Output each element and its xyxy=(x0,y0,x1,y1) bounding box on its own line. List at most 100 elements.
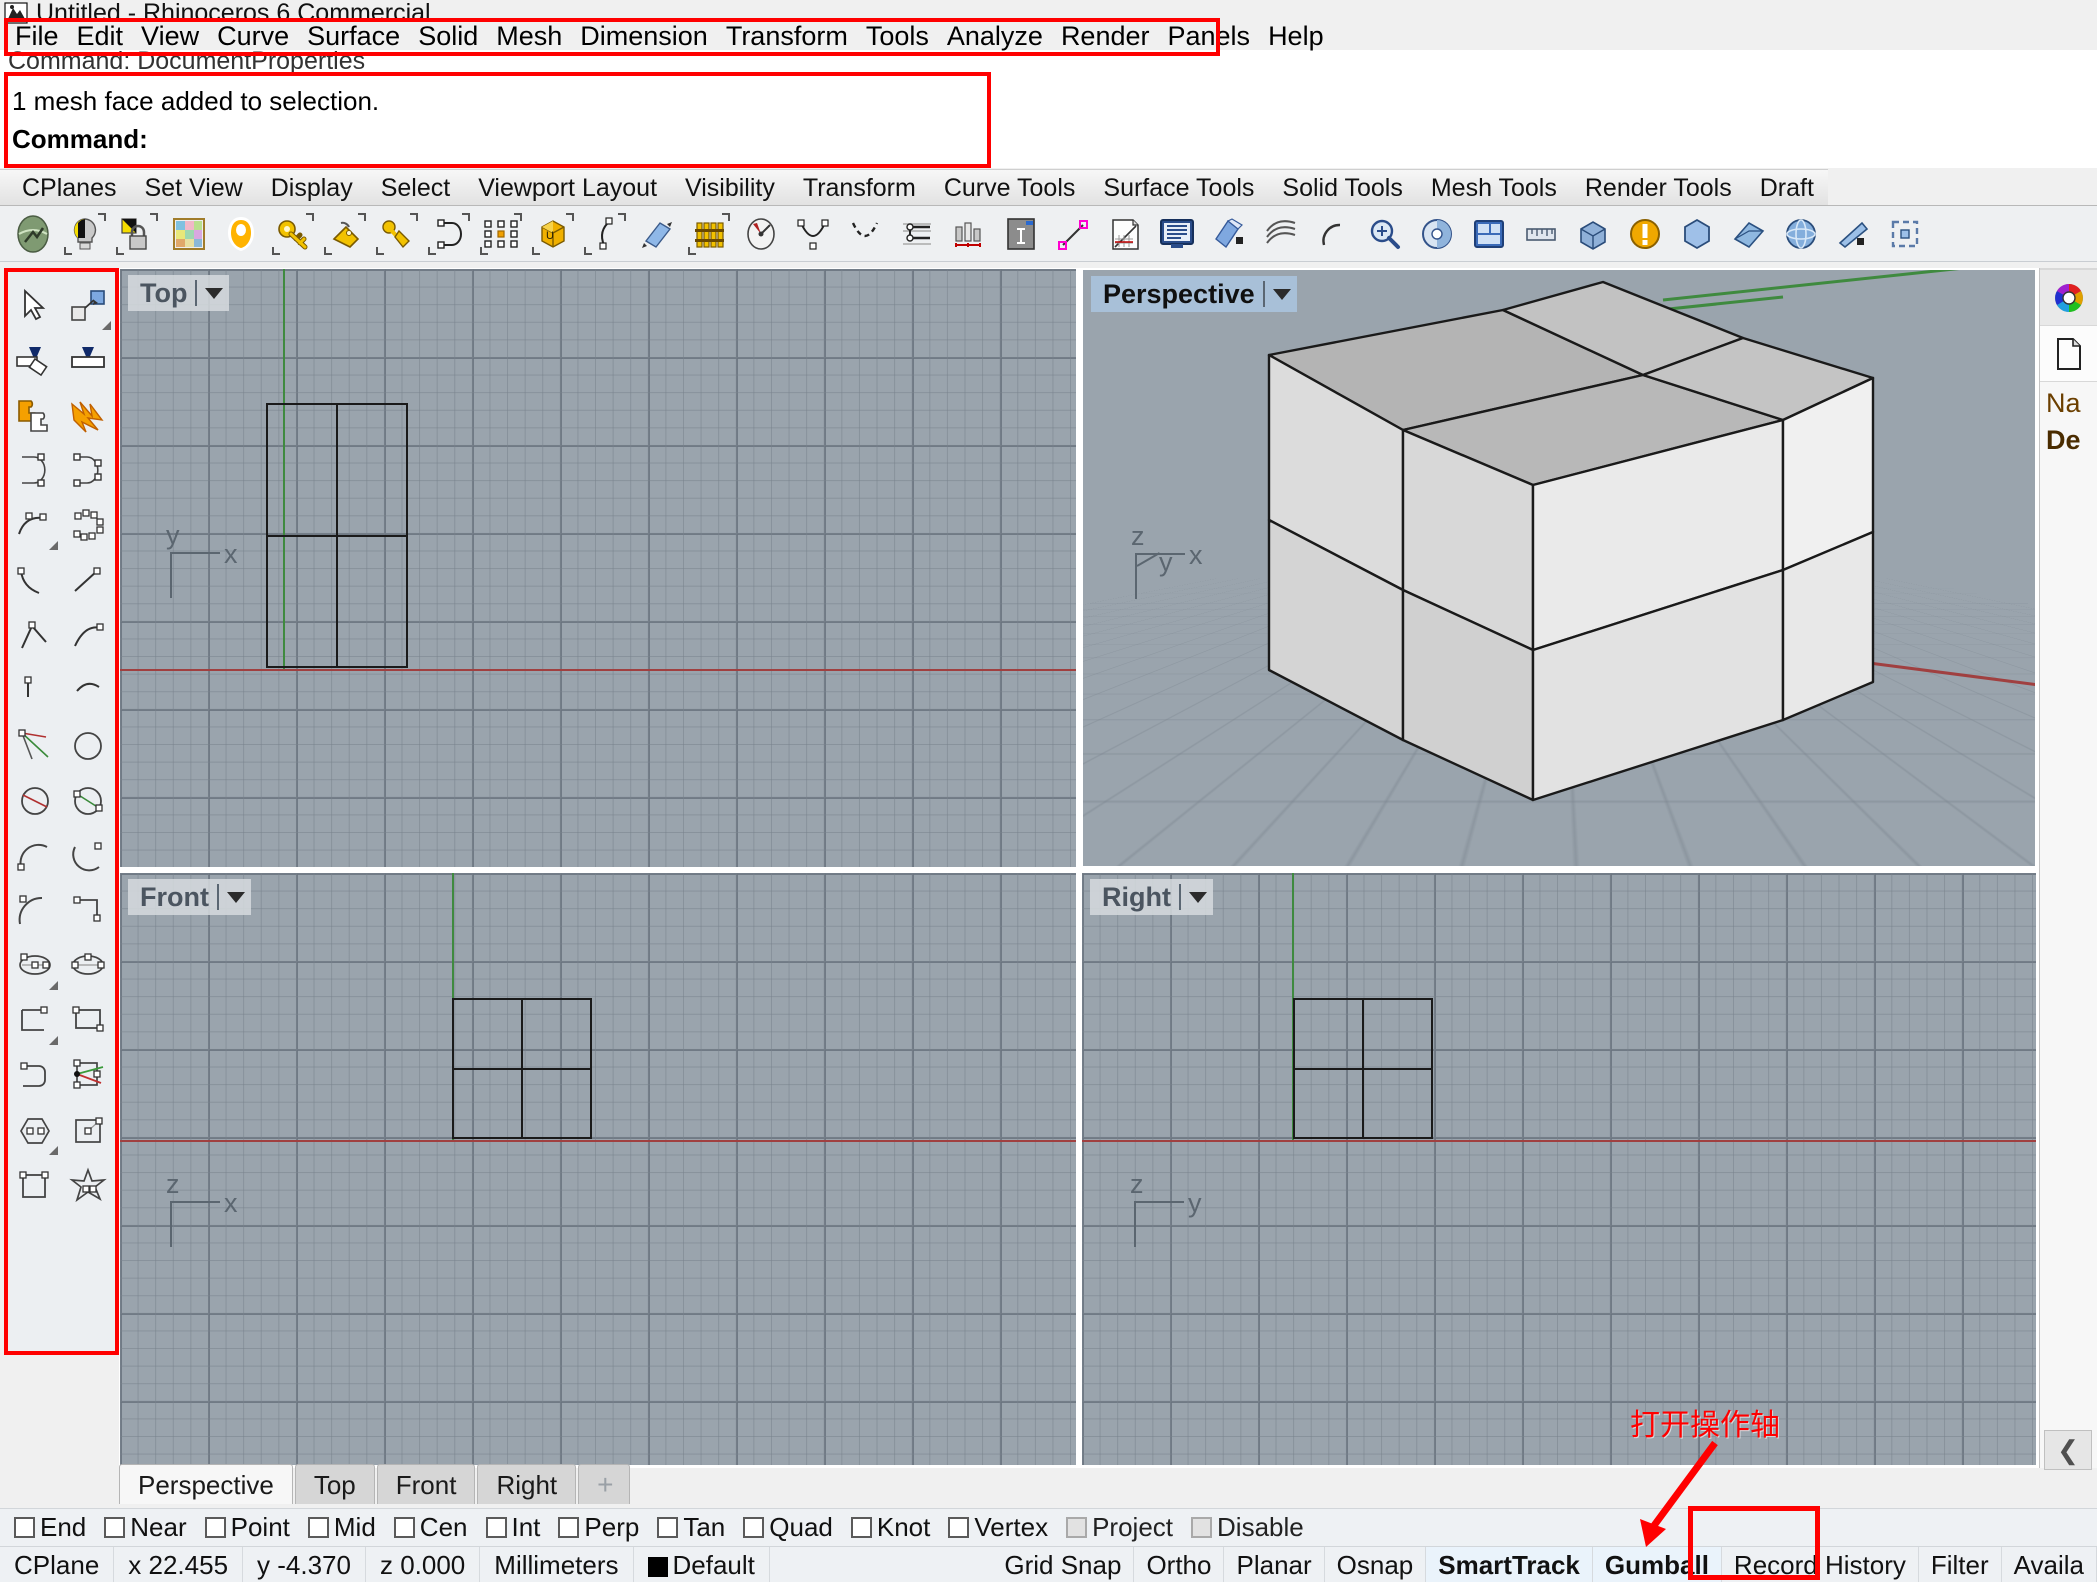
viewport-label-perspective[interactable]: Perspective xyxy=(1091,276,1297,312)
tab-display[interactable]: Display xyxy=(244,169,367,205)
osnap-end[interactable]: End xyxy=(14,1512,86,1543)
toggle-grid-snap[interactable]: Grid Snap xyxy=(992,1546,1135,1582)
menu-item-panels[interactable]: Panels xyxy=(1159,20,1260,54)
chevron-down-icon[interactable] xyxy=(1188,891,1207,903)
polygon-inscribed-icon[interactable] xyxy=(62,1103,116,1158)
viewport-front[interactable]: Front z x xyxy=(119,872,1077,1466)
curve-closed-cp-icon[interactable] xyxy=(62,443,116,498)
ruler-icon[interactable] xyxy=(1518,211,1564,257)
rect-3pt-icon[interactable] xyxy=(62,993,116,1048)
menu-item-dimension[interactable]: Dimension xyxy=(571,20,717,54)
vptab-front[interactable]: Front xyxy=(376,1464,476,1504)
osnap-project[interactable]: Project xyxy=(1066,1512,1173,1543)
menu-item-edit[interactable]: Edit xyxy=(68,20,133,54)
arc-small-icon[interactable] xyxy=(62,663,116,718)
color-wheel-icon[interactable] xyxy=(2040,270,2097,326)
blue-knife-flat-icon[interactable] xyxy=(62,333,116,388)
parabola-points-icon[interactable] xyxy=(790,211,836,257)
control-points-icon[interactable] xyxy=(478,211,524,257)
rect-cp-icon[interactable] xyxy=(62,883,116,938)
fence-icon[interactable] xyxy=(686,211,732,257)
polygon-icon[interactable] xyxy=(1674,211,1720,257)
command-prompt[interactable]: Command: xyxy=(12,124,148,155)
tag-icon[interactable] xyxy=(322,211,368,257)
tab-visibility[interactable]: Visibility xyxy=(659,169,789,205)
polyline-cp-icon[interactable] xyxy=(62,498,116,553)
pipe-extrude-icon[interactable] xyxy=(634,211,680,257)
explode-icon[interactable] xyxy=(62,388,116,443)
tab-solid-tools[interactable]: Solid Tools xyxy=(1256,169,1417,205)
osnap-cen[interactable]: Cen xyxy=(393,1512,468,1543)
circle-3pt-icon[interactable] xyxy=(62,773,116,828)
line-point-icon[interactable] xyxy=(1050,211,1096,257)
arc-tangent-icon[interactable] xyxy=(62,828,116,883)
toggle-smarttrack[interactable]: SmartTrack xyxy=(1426,1546,1593,1582)
zoom-window-icon[interactable] xyxy=(1362,211,1408,257)
dim-linear-icon[interactable] xyxy=(894,211,940,257)
key-icon[interactable] xyxy=(270,211,316,257)
ellipse-center-icon[interactable] xyxy=(8,938,62,993)
tab-set-view[interactable]: Set View xyxy=(118,169,257,205)
light-bulb-icon[interactable] xyxy=(62,211,108,257)
polygon-center-icon[interactable] xyxy=(8,1103,62,1158)
dim-stacked-icon[interactable] xyxy=(946,211,992,257)
circle-diameter-icon[interactable] xyxy=(8,773,62,828)
checkbox-tan[interactable] xyxy=(657,1517,679,1538)
tab-mesh-tools[interactable]: Mesh Tools xyxy=(1404,169,1571,205)
surface-icon[interactable] xyxy=(1726,211,1772,257)
checkbox-mid[interactable] xyxy=(307,1517,329,1538)
viewport-label-front[interactable]: Front xyxy=(128,879,251,915)
osnap-knot[interactable]: Knot xyxy=(850,1512,930,1543)
rhino-globe-icon[interactable] xyxy=(10,211,56,257)
layers-color-icon[interactable] xyxy=(166,211,212,257)
arc-start-end-icon[interactable] xyxy=(8,553,62,608)
hatch-icon[interactable] xyxy=(1102,211,1148,257)
checkbox-knot[interactable] xyxy=(850,1517,872,1538)
menu-item-surface[interactable]: Surface xyxy=(298,20,409,54)
menu-item-file[interactable]: File xyxy=(6,20,68,54)
contour-icon[interactable] xyxy=(1258,211,1304,257)
dashed-curve-icon[interactable] xyxy=(842,211,888,257)
viewport-top[interactable]: Top y x xyxy=(119,268,1077,868)
sphere-icon[interactable] xyxy=(1778,211,1824,257)
toggle-filter[interactable]: Filter xyxy=(1919,1546,2002,1582)
puzzle-join-icon[interactable] xyxy=(8,388,62,443)
text-block-icon[interactable] xyxy=(998,211,1044,257)
page-properties-icon[interactable] xyxy=(2040,326,2097,382)
status-current-layer[interactable]: Default xyxy=(634,1546,770,1582)
rounded-rect-icon[interactable] xyxy=(8,1048,62,1103)
select-object-icon[interactable] xyxy=(62,278,116,333)
osnap-mid[interactable]: Mid xyxy=(307,1512,376,1543)
checkbox-disable[interactable] xyxy=(1191,1517,1213,1538)
curve-open-cp-icon[interactable] xyxy=(8,443,62,498)
ellipse-axis-icon[interactable] xyxy=(62,938,116,993)
menu-item-view[interactable]: View xyxy=(132,20,208,54)
point-icon[interactable] xyxy=(8,663,62,718)
osnap-vertex[interactable]: Vertex xyxy=(948,1512,1048,1543)
checkbox-end[interactable] xyxy=(14,1517,35,1538)
rect-vector-icon[interactable] xyxy=(62,1048,116,1103)
box-icon[interactable] xyxy=(1570,211,1616,257)
menu-item-render[interactable]: Render xyxy=(1052,20,1159,54)
rect-corner-icon[interactable] xyxy=(8,993,62,1048)
arc-icon[interactable] xyxy=(1310,211,1356,257)
viewport-label-top[interactable]: Top xyxy=(128,275,230,311)
tab-render-tools[interactable]: Render Tools xyxy=(1558,169,1746,205)
gauge-icon[interactable] xyxy=(738,211,784,257)
toggle-planar[interactable]: Planar xyxy=(1224,1546,1325,1582)
status-cplane[interactable]: CPlane xyxy=(0,1546,115,1582)
arc-cp-icon[interactable] xyxy=(8,498,62,553)
menu-item-solid[interactable]: Solid xyxy=(409,20,487,54)
menu-item-mesh[interactable]: Mesh xyxy=(487,20,571,54)
display-monitor-icon[interactable] xyxy=(1154,211,1200,257)
tab-transform[interactable]: Transform xyxy=(776,169,930,205)
menu-item-analyze[interactable]: Analyze xyxy=(938,20,1052,54)
menu-item-help[interactable]: Help xyxy=(1259,20,1333,54)
lock-layer-icon[interactable] xyxy=(114,211,160,257)
tab-select[interactable]: Select xyxy=(354,169,465,205)
arc-sweep-icon[interactable] xyxy=(8,883,62,938)
object-box-top[interactable] xyxy=(266,403,408,668)
warning-icon[interactable] xyxy=(1622,211,1668,257)
blue-knife-angle-icon[interactable] xyxy=(8,333,62,388)
checkbox-project[interactable] xyxy=(1066,1517,1088,1538)
